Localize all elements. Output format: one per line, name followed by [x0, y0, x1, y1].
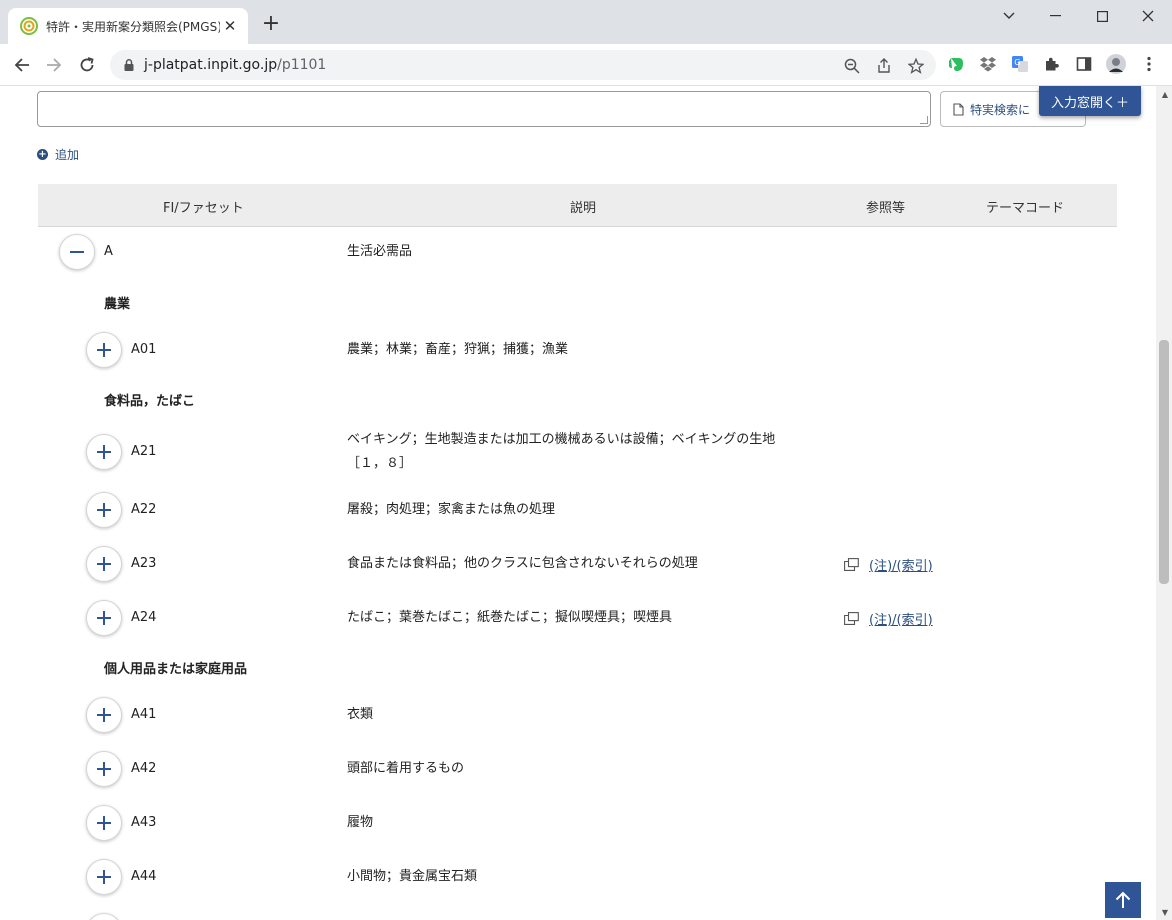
tab-close-icon[interactable]: ✕ — [220, 17, 240, 35]
url-host: j-platpat.inpit.go.jp — [144, 57, 278, 73]
expand-button[interactable] — [86, 859, 122, 895]
sidepanel-icon[interactable] — [1074, 54, 1094, 74]
page-content: 特実検索に 入力窓開く＋ + 追加 FI/ファセット 説明 参照等 テーマコード… — [0, 86, 1172, 920]
fi-description: 小間物；貴金属宝石類 — [347, 869, 478, 884]
plus-icon — [97, 708, 111, 722]
fi-code[interactable]: A43 — [131, 815, 156, 830]
plus-icon — [97, 870, 111, 884]
fi-code[interactable]: A42 — [131, 761, 156, 776]
svg-text:G: G — [1014, 58, 1020, 67]
fi-description: たばこ；葉巻たばこ；紙巻たばこ；擬似喫煙具；喫煙具 — [347, 610, 673, 625]
fi-description: 履物 — [347, 815, 374, 830]
reload-icon[interactable] — [73, 52, 101, 78]
plus-icon — [97, 503, 111, 517]
group-label: 個人用品または家庭用品 — [104, 662, 248, 677]
resize-grip-icon[interactable] — [920, 116, 928, 124]
minus-icon — [70, 251, 84, 253]
reference-cell: (注)/(索引) — [844, 555, 933, 574]
star-icon[interactable] — [907, 57, 925, 75]
puzzle-icon[interactable] — [1042, 54, 1062, 74]
address-bar[interactable]: j-platpat.inpit.go.jp/p1101 — [110, 50, 936, 80]
fi-description: 農業；林業；畜産；狩猟；捕獲；漁業 — [347, 342, 569, 357]
notes-index-link[interactable]: (注)/(索引) — [869, 609, 933, 628]
plus-icon — [97, 611, 111, 625]
expand-button[interactable] — [86, 332, 122, 368]
fi-description: 衣類 — [347, 707, 374, 722]
new-tab-button[interactable]: + — [258, 12, 284, 38]
fi-description: 頭部に着用するもの — [347, 761, 465, 776]
browser-tab[interactable]: 特許・実用新案分類照会(PMGS) | J-PlatPat ✕ — [8, 8, 248, 44]
fi-code[interactable]: A23 — [131, 556, 156, 571]
expand-button[interactable] — [86, 751, 122, 787]
new-window-icon[interactable] — [844, 558, 859, 571]
fi-code[interactable]: A21 — [131, 444, 156, 459]
expand-button[interactable] — [86, 697, 122, 733]
back-icon[interactable] — [8, 52, 36, 78]
fi-description: 屠殺；肉処理；家禽または魚の処理 — [347, 502, 556, 517]
evernote-icon[interactable] — [946, 54, 966, 74]
header-reference: 参照等 — [866, 201, 906, 216]
share-icon[interactable] — [875, 57, 893, 75]
collapse-button[interactable] — [59, 234, 95, 270]
plus-icon — [97, 445, 111, 459]
fi-code[interactable]: A24 — [131, 610, 156, 625]
fi-code[interactable]: A41 — [131, 707, 156, 722]
chevron-down-icon[interactable] — [986, 4, 1032, 28]
dropbox-icon[interactable] — [978, 54, 998, 74]
open-input-window-button[interactable]: 入力窓開く＋ — [1039, 86, 1141, 116]
expand-button[interactable] — [86, 913, 122, 920]
tab-title: 特許・実用新案分類照会(PMGS) | J-PlatPat — [46, 19, 220, 34]
lock-icon — [124, 59, 134, 71]
scrollbar-thumb[interactable] — [1159, 340, 1169, 584]
header-description: 説明 — [570, 201, 597, 216]
forward-icon[interactable] — [40, 52, 68, 78]
fi-description: ベイキング；生地製造または加工の機械あるいは設備；ベイキングの生地［１，８］ — [347, 432, 776, 471]
table-header: FI/ファセット 説明 参照等 テーマコード — [38, 184, 1117, 227]
plus-icon — [97, 816, 111, 830]
reference-cell: (注)/(索引) — [844, 609, 933, 628]
fi-description: 生活必需品 — [347, 244, 413, 259]
group-label: 食料品，たばこ — [104, 394, 196, 409]
browser-toolbar: j-platpat.inpit.go.jp/p1101 G — [0, 44, 1172, 86]
jplatpat-favicon-icon — [20, 17, 38, 35]
add-link[interactable]: + 追加 — [37, 146, 79, 163]
expand-button[interactable] — [86, 492, 122, 528]
expand-button[interactable] — [86, 434, 122, 470]
fi-code[interactable]: A44 — [131, 869, 156, 884]
scroll-down-icon[interactable]: ▼ — [1162, 908, 1168, 917]
url-path: /p1101 — [277, 57, 327, 73]
zoom-out-icon[interactable] — [843, 57, 861, 75]
document-icon — [953, 102, 964, 116]
fi-code[interactable]: A22 — [131, 502, 156, 517]
scroll-up-icon[interactable]: ▲ — [1162, 90, 1168, 99]
fi-code[interactable]: A01 — [131, 342, 156, 357]
add-circle-icon: + — [37, 149, 48, 160]
plus-icon — [97, 762, 111, 776]
fi-input-textarea[interactable] — [37, 91, 931, 127]
notes-index-link[interactable]: (注)/(索引) — [869, 555, 933, 574]
group-label: 農業 — [104, 297, 131, 312]
menu-icon[interactable] — [1139, 54, 1159, 74]
arrow-up-icon — [1115, 891, 1131, 908]
fi-code[interactable]: A — [104, 244, 113, 259]
maximize-icon[interactable] — [1079, 4, 1125, 28]
avatar[interactable] — [1106, 54, 1126, 74]
new-window-icon[interactable] — [844, 612, 859, 625]
fi-description: 食品または食料品；他のクラスに包含されないそれらの処理 — [347, 556, 698, 571]
patent-search-label: 特実検索に — [970, 102, 1031, 117]
translate-icon[interactable]: G — [1010, 54, 1030, 74]
expand-button[interactable] — [86, 600, 122, 636]
back-to-top-button[interactable] — [1105, 882, 1141, 918]
plus-icon — [97, 557, 111, 571]
header-theme-code: テーマコード — [986, 201, 1065, 216]
window-close-icon[interactable] — [1125, 4, 1171, 28]
tab-bar: 特許・実用新案分類照会(PMGS) | J-PlatPat ✕ + — [0, 0, 1172, 44]
minimize-icon[interactable] — [1032, 4, 1078, 28]
header-fi-facet: FI/ファセット — [163, 201, 244, 216]
plus-icon — [97, 343, 111, 357]
expand-button[interactable] — [86, 546, 122, 582]
add-label: 追加 — [55, 148, 80, 162]
expand-button[interactable] — [86, 805, 122, 841]
